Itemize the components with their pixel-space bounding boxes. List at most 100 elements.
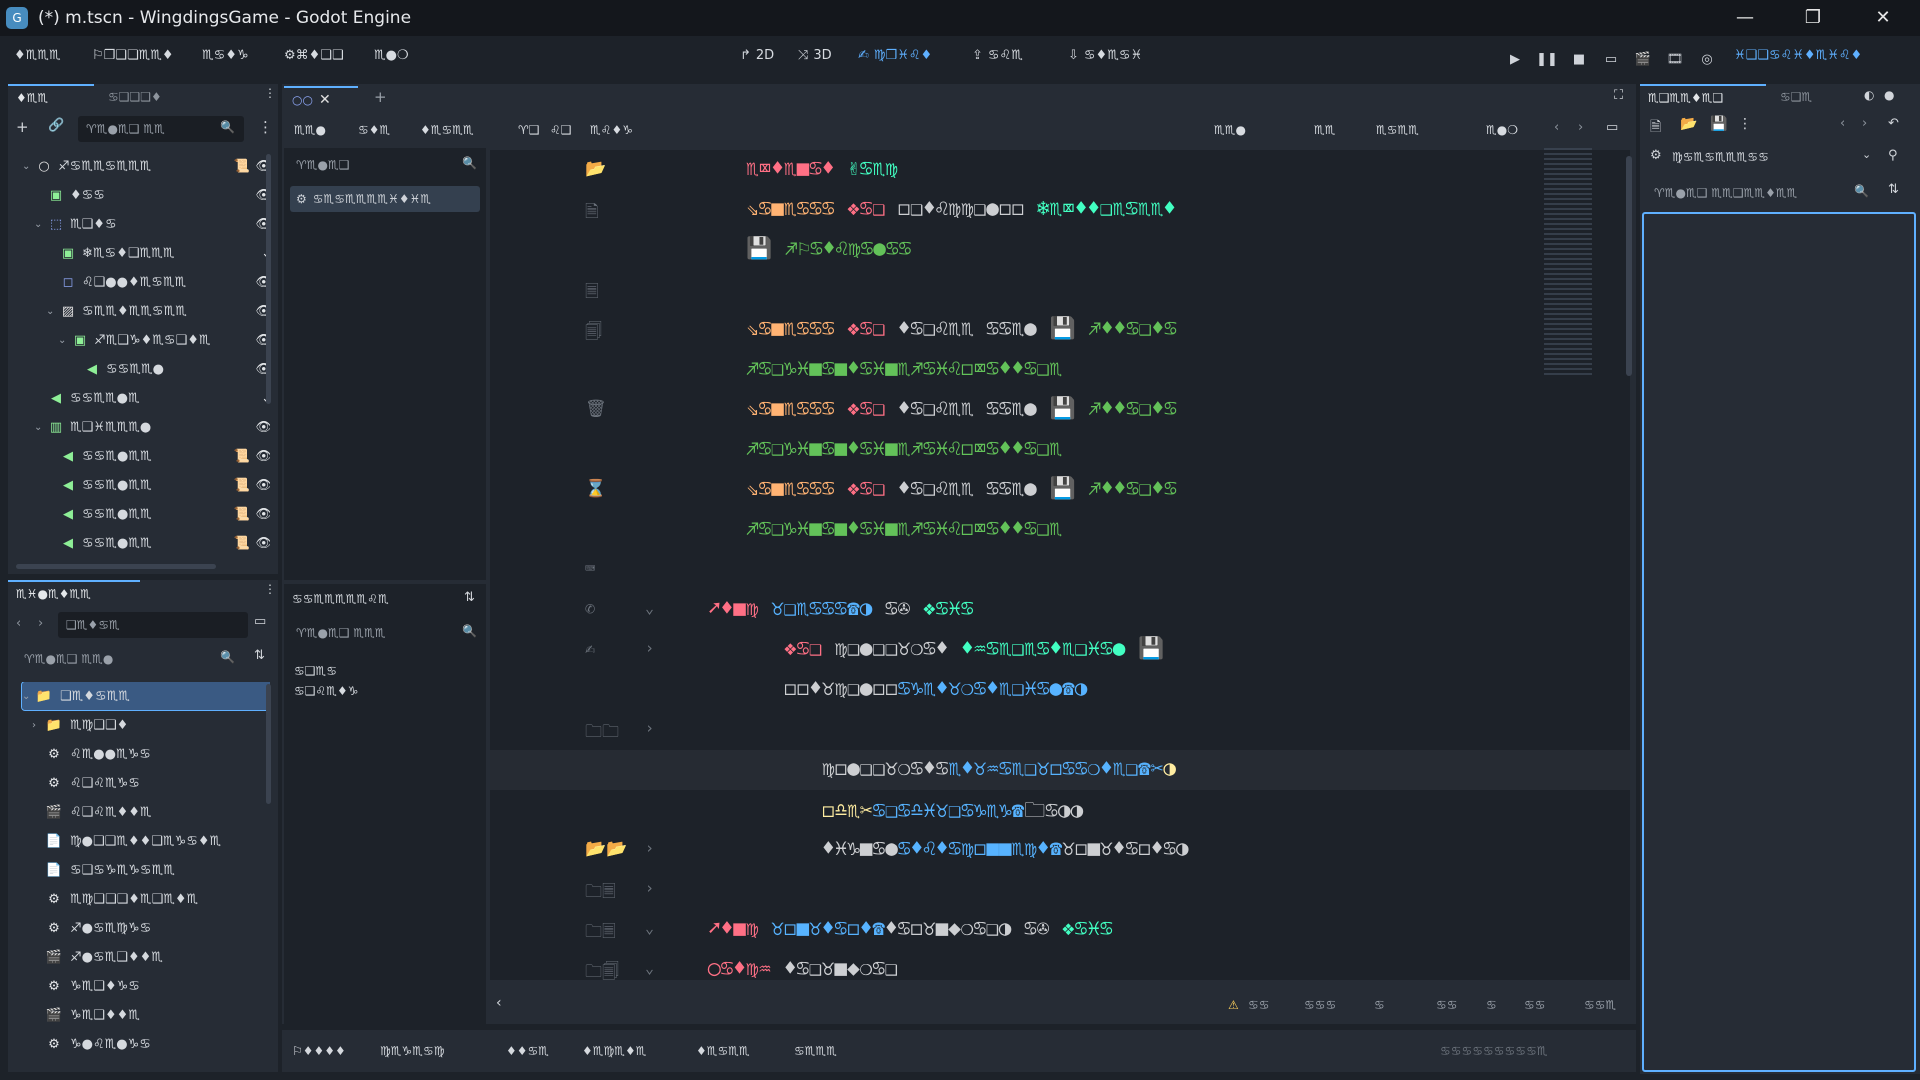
tab-inspector[interactable]: ♏❑♏♏♦♏❑ <box>1640 84 1766 110</box>
forward-icon[interactable]: › <box>1578 120 1583 135</box>
movie-maker-icon[interactable]: ◎ <box>1696 48 1718 70</box>
code-line[interactable]: ⌛ ⇘♋■♏♋♋♋ ❖♋❑ ♦♋❑♌♏♏ ♋♋♏● 💾 ♐♦♦♋❑♦♋ <box>490 470 1630 510</box>
code-line[interactable]: 🗀🗏 ⌄ ➚♦■♍ ♉◻■♉♦♋◻♦☎♦♋◻♉■◆❍♋❑◑ ♋✇ ❖♋♓♋ <box>490 910 1630 950</box>
fold-arrow-icon[interactable]: ⌄ <box>645 959 654 977</box>
play-custom-scene-icon[interactable]: 🎞 <box>1664 48 1686 70</box>
script-menu-help[interactable]: ♏♌♦♑ <box>590 123 633 137</box>
scene-node[interactable]: ◀ ♋♋♏●♏♏ 📜 👁 <box>22 442 270 470</box>
chevron-down-icon[interactable]: ⌄ <box>1862 148 1871 161</box>
dock-menu-icon[interactable]: ⋮ <box>264 86 276 100</box>
minimap[interactable] <box>1544 148 1592 378</box>
code-scrollbar[interactable] <box>1626 156 1632 376</box>
menu-project[interactable]: ⚐❒❑❏♏♏♦ <box>92 48 174 63</box>
code-line[interactable]: ◻◻♦♉♍❑●◻◻♋♑♏♦♉❍♋♦♏❑♓♋●☎◑ <box>490 670 1630 710</box>
visibility-eye-icon[interactable]: 👁 <box>255 536 270 551</box>
scene-tree-scrollbar[interactable] <box>266 154 271 404</box>
tab-import[interactable]: ♋❑❑❑♦ <box>100 84 170 110</box>
menu-help[interactable]: ♏●❍ <box>374 48 409 63</box>
code-line[interactable]: 📂 ♏⌧♦♏■♋♦ ✌♋♏♍ <box>490 150 1630 190</box>
workspace-game[interactable]: ⇪ ♋♌♏ <box>972 48 1023 63</box>
scene-node[interactable]: ◀ ♋♋♏♏● 👁 <box>22 355 270 383</box>
scene-node[interactable]: ⌄ ○ ♐♋♏♏♋♏♏♏ 📜 👁 <box>22 152 270 180</box>
remote-debug-icon[interactable]: ▭ <box>1600 48 1622 70</box>
methods-filter-input[interactable]: ♈♏●♏❑ ♏♏♏ <box>288 620 468 646</box>
file-item[interactable]: › 📁 ♏♍❑❑♦ <box>22 711 270 739</box>
file-tree-scrollbar[interactable] <box>266 684 271 804</box>
expand-arrow-icon[interactable]: ⌄ <box>58 335 70 346</box>
script-icon[interactable]: 📜 <box>234 507 250 522</box>
scene-node[interactable]: ◀ ♋♋♏●♏♏ 📜 👁 <box>22 500 270 528</box>
script-list-item[interactable]: ⚙ ♋♏♋♏♏♏♏♓♦♓♏ <box>290 186 480 212</box>
save-icon[interactable]: 💾 <box>1710 116 1727 132</box>
toggle-list-icon[interactable]: ‹ <box>496 995 502 1011</box>
code-line[interactable]: 🗀🗏 › <box>490 870 1630 910</box>
scene-node[interactable]: ▣❄♏♋♦❑♏♏♏⌄ <box>22 239 270 267</box>
property-filter-input[interactable]: ♈♏●♏❑ ♏♏❑♏♏♦♏♏ <box>1646 180 1876 206</box>
minimize-button[interactable]: — <box>1716 0 1774 34</box>
code-line[interactable]: ⌨ <box>490 550 1630 590</box>
expand-arrow-icon[interactable]: ⌄ <box>34 219 46 230</box>
scene-node[interactable]: ⌄ ▥ ♏❑♓♏♏♏● 👁 <box>22 413 270 441</box>
file-item[interactable]: 📄 ♍●❑❑♏♦♦❑♏♑♋♦♏ <box>22 827 270 855</box>
close-icon[interactable]: ✕ <box>319 92 331 108</box>
script-menu-search[interactable]: ♦♏♋♏♏ <box>420 123 474 137</box>
sort-icon[interactable]: ⇅ <box>464 590 475 605</box>
tab-scene[interactable]: ♦♏♏ <box>8 84 94 110</box>
script-menu-edit[interactable]: ♋♦♏ <box>358 123 390 137</box>
script-menu-file[interactable]: ♏♏● <box>294 123 326 137</box>
file-item[interactable]: 🎬 ♐●♋♏❑♦♦♏ <box>22 943 270 971</box>
play-icon[interactable]: ▶ <box>1504 48 1526 70</box>
split-view-icon[interactable]: ▭ <box>254 614 266 629</box>
code-line[interactable]: 💾 ♐⚐♋♦♌♍♋●♋♋ <box>490 230 1630 270</box>
add-tab-icon[interactable]: + <box>374 88 387 106</box>
more-icon[interactable]: ⋮ <box>1738 116 1752 132</box>
file-filter-input[interactable]: ♈♏●♏❑ ♏♏● <box>16 646 244 672</box>
workspace-3d[interactable]: ⤨ 3D <box>798 48 832 63</box>
link-icon[interactable]: 🔗 <box>48 118 64 133</box>
warning-icon[interactable]: ⚠ <box>1228 998 1239 1012</box>
tab-profiler[interactable]: ♋♏♏♏ <box>794 1044 837 1058</box>
path-field[interactable]: ❑♏♦♋♏ <box>58 612 248 638</box>
code-line[interactable]: ♐♋❑♑♓■♋■♦♋♓■♏♐♋♓♌◻⌧♋♦♦♋❑♏ <box>490 430 1630 470</box>
filter-options-icon[interactable]: ⇅ <box>1888 182 1899 197</box>
maximize-button[interactable]: ❐ <box>1784 0 1842 34</box>
script-icon[interactable]: 📜 <box>234 536 250 551</box>
script-menu-debug[interactable]: ♌❑ <box>550 123 572 137</box>
info-icon[interactable]: ● <box>1884 88 1894 102</box>
visibility-eye-icon[interactable]: 👁 <box>255 449 270 464</box>
scene-node[interactable]: ◀ ♋♋♏●♏♏ 📜 👁 <box>22 529 270 557</box>
expand-arrow-icon[interactable]: ⌄ <box>46 306 58 317</box>
fold-arrow-icon[interactable]: ⌄ <box>645 919 654 937</box>
script-icon[interactable]: 📜 <box>234 159 250 174</box>
add-node-icon[interactable]: + <box>16 118 29 136</box>
file-item[interactable]: ⚙ ♑♏❑♦♑♋ <box>22 972 270 1000</box>
workspace-script[interactable]: ✍ ♍❒♓♌♦ <box>858 48 932 63</box>
file-item[interactable]: ⚙ ♑●♌♏●♑♋ <box>22 1030 270 1058</box>
inspector-object-label[interactable]: ♍♋♏♋♏♏♏♋♋ <box>1672 150 1769 164</box>
file-item[interactable]: ⚙ ♌♏●●♏♑♋ <box>22 740 270 768</box>
expand-arrow-icon[interactable]: ⌄ <box>34 422 46 433</box>
method-item[interactable]: ♋❑♏♋ <box>294 664 337 678</box>
tab-shader[interactable]: ♦♏♋♏♏ <box>696 1044 750 1058</box>
code-editor[interactable]: 📂 ♏⌧♦♏■♋♦ ✌♋♏♍ 🗎 ⇘♋■♏♋♋♋ ❖♋❑ ◻❑♦♌♍♍❑●◻◻ ❄♏⌧… <box>490 150 1630 980</box>
history-list-icon[interactable]: ↶ <box>1888 116 1899 131</box>
workspace-2d[interactable]: ↱ 2D <box>740 48 774 63</box>
code-line[interactable]: 🗀🗐 ⌄ ◯♋♦♍♒ ♦♋❑♉■◆❍♋❑ <box>490 950 1630 980</box>
visibility-eye-icon[interactable]: 👁 <box>255 478 270 493</box>
sort-icon[interactable]: ⇅ <box>254 648 265 663</box>
expand-arrow-icon[interactable]: ⌄ <box>22 691 34 702</box>
scene-node[interactable]: ◻ ♌❑●●♦♏♋♏♏ 👁 <box>22 268 270 296</box>
open-folder-icon[interactable]: 📂 <box>1680 116 1697 132</box>
file-item[interactable]: ⌄ 📁 ❑♏♦♋♏♏ <box>21 682 270 711</box>
close-button[interactable]: ✕ <box>1854 0 1912 34</box>
workspace-assetlib[interactable]: ⇩ ♋♦♏♋♓ <box>1068 48 1142 63</box>
code-line[interactable]: 🗑 ⇘♋■♏♋♋♋ ❖♋❑ ♦♋❑♌♏♏ ♋♋♏● 💾 ♐♦♦♋❑♦♋ <box>490 390 1630 430</box>
file-item[interactable]: 🎬 ♑♏❑♦♦♏ <box>22 1001 270 1029</box>
online-docs-button[interactable]: ♏♏● <box>1214 123 1246 137</box>
forward-icon[interactable]: › <box>38 616 43 631</box>
scene-options-icon[interactable]: ⋮ <box>258 118 273 136</box>
object-options-icon[interactable]: ⚲ <box>1888 148 1898 163</box>
renderer-select[interactable]: ♓❑❑♋♌♓♦♏♓♌♦ <box>1734 48 1862 63</box>
file-item[interactable]: ⚙ ♏♍❑❑❑♦♏❑♏♦♏ <box>22 885 270 913</box>
toggle-panel-icon[interactable]: ▭ <box>1606 120 1618 135</box>
